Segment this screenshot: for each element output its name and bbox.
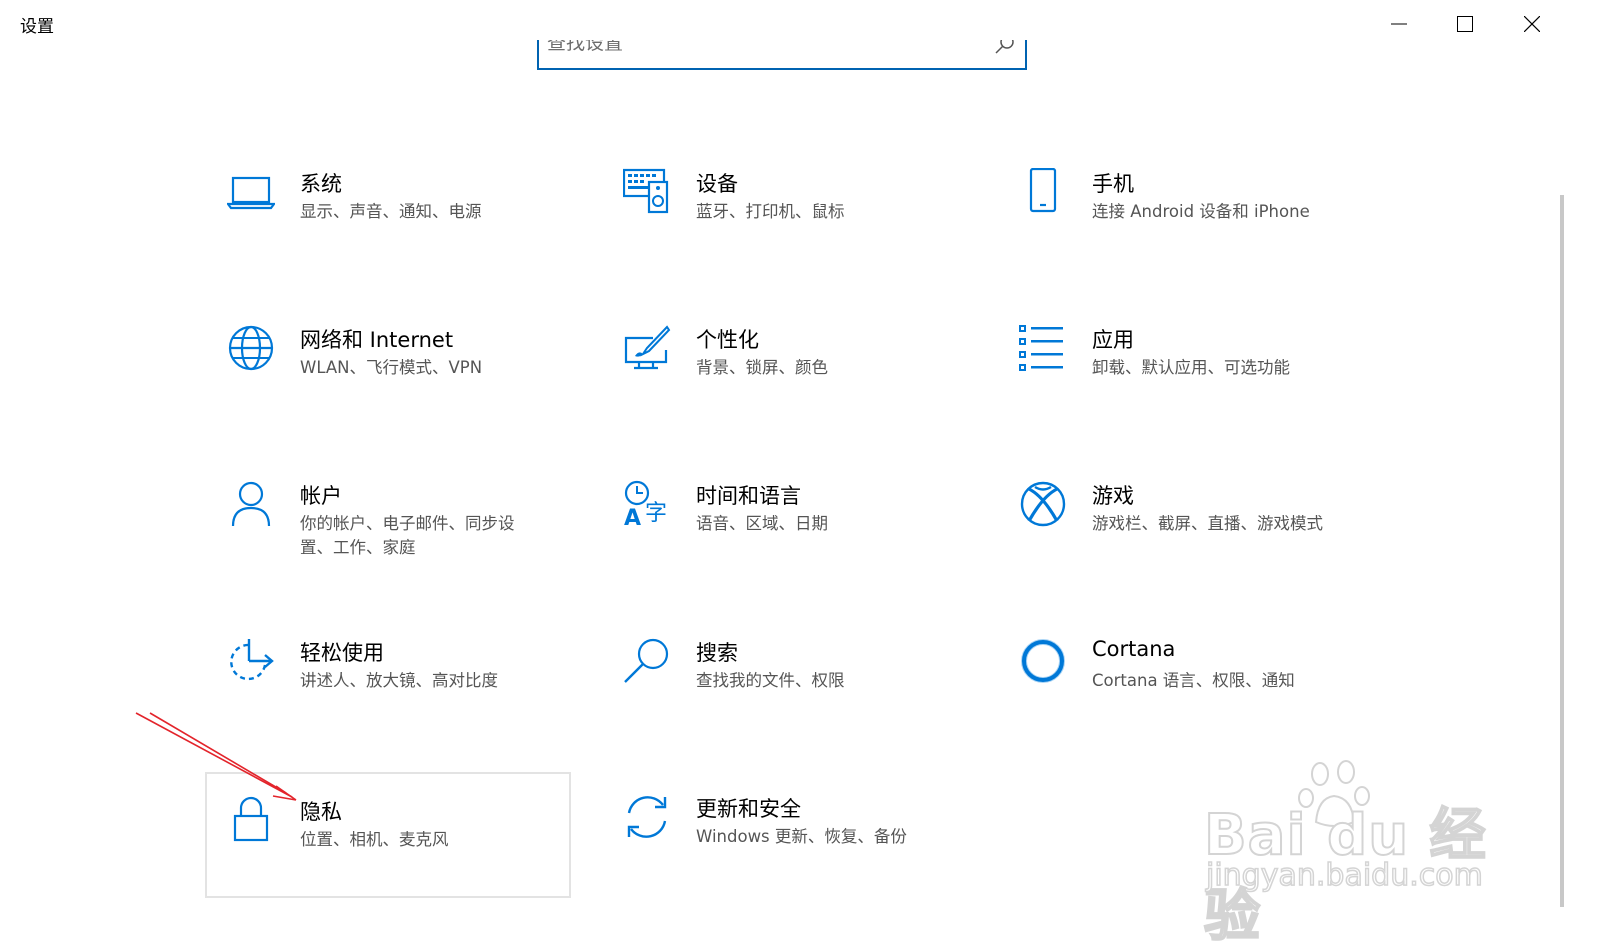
tile-personalization-desc: 背景、锁屏、颜色 [696, 358, 828, 377]
tile-time-language[interactable]: A字 时间和语言 语音、区域、日期 [601, 480, 961, 600]
app-list-icon [1019, 324, 1067, 372]
tile-gaming-name: 游戏 [1092, 484, 1134, 508]
tile-network-desc: WLAN、飞行模式、VPN [300, 358, 483, 377]
search-input[interactable] [547, 40, 967, 54]
tile-apps[interactable]: 应用 卸载、默认应用、可选功能 [997, 324, 1357, 444]
tile-system[interactable]: 系统 显示、声音、通知、电源 [205, 168, 565, 288]
tile-network-name: 网络和 Internet [300, 328, 454, 352]
maximize-icon [1457, 16, 1473, 32]
tile-gaming[interactable]: 游戏 游戏栏、截屏、直播、游戏模式 [997, 480, 1357, 600]
close-button[interactable] [1499, 0, 1565, 48]
tile-cortana-desc: Cortana 语言、权限、通知 [1092, 671, 1295, 690]
svg-text:A: A [624, 506, 641, 528]
ease-of-access-icon [227, 637, 275, 685]
tile-privacy[interactable]: 隐私 位置、相机、麦克风 [205, 772, 571, 898]
tile-phone[interactable]: 手机 连接 Android 设备和 iPhone [997, 168, 1357, 288]
lock-icon [227, 796, 275, 844]
tile-system-desc: 显示、声音、通知、电源 [300, 202, 482, 221]
globe-icon [227, 324, 275, 372]
time-language-icon: A字 [623, 480, 671, 528]
paint-brush-icon [623, 324, 671, 372]
xbox-icon [1019, 480, 1067, 528]
tile-update-security-name: 更新和安全 [696, 797, 801, 821]
close-icon [1524, 16, 1540, 32]
phone-icon [1019, 168, 1067, 216]
tile-accounts-desc: 你的帐户、电子邮件、同步设置、工作、家庭 [300, 514, 515, 557]
tile-time-language-desc: 语音、区域、日期 [696, 514, 828, 533]
watermark-url: jingyan.baidu.com [1205, 857, 1483, 894]
tile-update-security[interactable]: 更新和安全 Windows 更新、恢复、备份 [601, 793, 961, 913]
tile-devices-desc: 蓝牙、打印机、鼠标 [696, 202, 845, 221]
minimize-icon [1391, 23, 1407, 25]
paw-icon [1298, 760, 1370, 827]
tile-phone-desc: 连接 Android 设备和 iPhone [1092, 202, 1310, 221]
tile-network[interactable]: 网络和 Internet WLAN、飞行模式、VPN [205, 324, 565, 444]
tile-ease-of-access-desc: 讲述人、放大镜、高对比度 [300, 671, 498, 690]
tile-privacy-name: 隐私 [300, 800, 342, 824]
tile-search-name: 搜索 [696, 641, 738, 665]
tile-accounts[interactable]: 帐户 你的帐户、电子邮件、同步设置、工作、家庭 [205, 480, 565, 600]
tile-system-name: 系统 [300, 172, 342, 196]
tile-personalization[interactable]: 个性化 背景、锁屏、颜色 [601, 324, 961, 444]
tile-devices[interactable]: 设备 蓝牙、打印机、鼠标 [601, 168, 961, 288]
person-icon [227, 480, 275, 528]
search-icon[interactable] [995, 40, 1015, 54]
cortana-ring-icon [1019, 637, 1067, 685]
maximize-button[interactable] [1432, 0, 1498, 48]
tile-accounts-name: 帐户 [300, 484, 342, 508]
scrollbar-thumb[interactable] [1560, 195, 1564, 907]
baidu-watermark: Bai du 经验 jingyan.baidu.com [1198, 760, 1498, 950]
tile-gaming-desc: 游戏栏、截屏、直播、游戏模式 [1092, 514, 1323, 533]
window-title: 设置 [20, 17, 54, 37]
svg-text:字: 字 [645, 501, 667, 526]
tile-ease-of-access-name: 轻松使用 [300, 641, 384, 665]
laptop-icon [227, 168, 275, 216]
tile-cortana-name: Cortana [1092, 637, 1176, 661]
search-box[interactable] [537, 40, 1027, 70]
tile-personalization-name: 个性化 [696, 328, 759, 352]
tile-search[interactable]: 搜索 查找我的文件、权限 [601, 637, 961, 757]
tile-apps-name: 应用 [1092, 328, 1134, 352]
watermark-brand: Bai du 经验 [1203, 802, 1487, 950]
tile-devices-name: 设备 [696, 172, 738, 196]
search-magnifier-icon [623, 637, 671, 685]
settings-window: 设置 系统 显示、声音、通知、电源 [0, 0, 1603, 950]
tile-ease-of-access[interactable]: 轻松使用 讲述人、放大镜、高对比度 [205, 637, 565, 757]
tile-cortana[interactable]: Cortana Cortana 语言、权限、通知 [997, 637, 1357, 757]
keyboard-speaker-icon [623, 168, 671, 216]
tile-privacy-desc: 位置、相机、麦克风 [300, 830, 449, 849]
tile-time-language-name: 时间和语言 [696, 484, 801, 508]
tile-search-desc: 查找我的文件、权限 [696, 671, 845, 690]
sync-icon [623, 793, 671, 841]
minimize-button[interactable] [1366, 0, 1432, 48]
tile-apps-desc: 卸载、默认应用、可选功能 [1092, 358, 1290, 377]
tile-phone-name: 手机 [1092, 172, 1134, 196]
tile-update-security-desc: Windows 更新、恢复、备份 [696, 827, 907, 846]
